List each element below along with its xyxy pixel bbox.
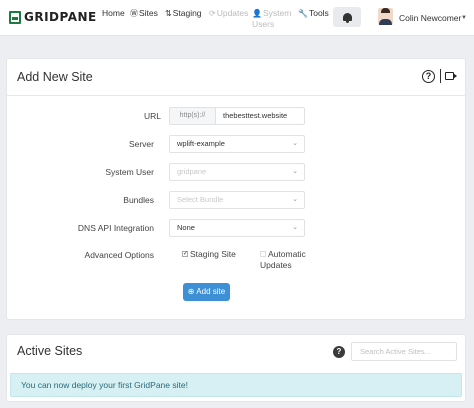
bundles-placeholder: Select Bundle	[177, 195, 224, 204]
active-sites-title: Active Sites	[17, 344, 83, 358]
divider	[440, 69, 441, 83]
system-user-label: System User	[105, 167, 154, 177]
staging-site-checkbox[interactable]: ✓ Staging Site	[182, 249, 236, 260]
nav-tools-label: Tools	[308, 8, 329, 18]
system-user-placeholder: gridpane	[177, 167, 207, 176]
help-icon[interactable]: ?	[333, 346, 345, 358]
updates-icon: ⟳	[209, 9, 216, 18]
checkbox-icon	[260, 250, 266, 257]
help-icon[interactable]: ?	[422, 70, 435, 83]
staging-site-label: Staging Site	[190, 249, 236, 259]
nav-staging[interactable]: ⇅Staging	[165, 8, 202, 19]
gridpane-logo-icon	[9, 10, 21, 24]
chevron-down-icon[interactable]: ▼	[461, 15, 467, 21]
chevron-down-icon: ⌄	[292, 140, 298, 147]
nav-sites[interactable]: ⓌSites	[130, 8, 158, 19]
avatar[interactable]	[378, 8, 393, 25]
video-icon[interactable]	[445, 72, 454, 80]
bell-icon	[342, 13, 352, 23]
nav-updates[interactable]: ⟳Updates	[209, 8, 248, 19]
url-prefix: http(s)://	[169, 107, 216, 125]
url-input[interactable]: thebesttest.website	[215, 107, 305, 125]
search-placeholder: Search Active Sites...	[360, 347, 431, 356]
server-label: Server	[128, 139, 154, 149]
gridpane-logo[interactable]: GRIDPANE	[9, 10, 97, 24]
wordpress-icon: Ⓦ	[130, 9, 138, 18]
active-sites-card: Active Sites ? Search Active Sites... Yo…	[6, 334, 466, 402]
info-alert: You can now deploy your first GridPane s…	[10, 373, 462, 397]
card-divider	[7, 95, 465, 96]
nav-home-label: Home	[102, 8, 125, 18]
system-user-select[interactable]: gridpane ⌄	[169, 163, 305, 181]
chevron-down-icon: ⌄	[292, 168, 298, 175]
search-input[interactable]: Search Active Sites...	[351, 342, 457, 361]
bundles-label: Bundles	[123, 195, 154, 205]
add-new-site-card: Add New Site ? URL http(s):// thebesttes…	[6, 58, 466, 320]
username[interactable]: Colin Newcomer	[399, 13, 461, 23]
card-title: Add New Site	[17, 70, 93, 84]
nav-tools[interactable]: 🔧Tools	[298, 8, 329, 19]
url-label: URL	[143, 111, 161, 121]
automatic-updates-checkbox[interactable]: Automatic Updates	[260, 249, 316, 271]
nav-staging-label: Staging	[172, 8, 202, 18]
staging-icon: ⇅	[165, 9, 172, 18]
add-site-button-label: Add site	[196, 287, 226, 296]
server-select[interactable]: wplift-example ⌄	[169, 135, 305, 153]
nav-updates-label: Updates	[216, 8, 249, 18]
chevron-down-icon: ⌄	[292, 224, 298, 231]
brand-name: GRIDPANE	[24, 10, 97, 24]
user-icon: 👤	[252, 9, 262, 18]
notifications-button[interactable]	[333, 7, 361, 27]
server-select-value: wplift-example	[177, 139, 225, 148]
chevron-down-icon: ⌄	[292, 196, 298, 203]
dns-api-label: DNS API Integration	[77, 223, 154, 233]
nav-sites-label: Sites	[139, 8, 158, 18]
advanced-options-label: Advanced Options	[84, 250, 154, 260]
add-site-button[interactable]: ⊕ Add site	[183, 283, 230, 301]
checkbox-icon: ✓	[182, 250, 189, 257]
top-navbar: GRIDPANE Home ⓌSites ⇅Staging ⟳Updates 👤…	[0, 0, 474, 36]
automatic-updates-label: Automatic Updates	[260, 249, 306, 270]
bundles-select[interactable]: Select Bundle ⌄	[169, 191, 305, 209]
dns-api-select[interactable]: None ⌄	[169, 219, 305, 237]
nav-system-users[interactable]: 👤System Users	[252, 8, 292, 29]
nav-home[interactable]: Home	[102, 8, 125, 18]
plus-circle-icon: ⊕	[187, 287, 195, 296]
dns-api-value: None	[177, 223, 195, 232]
wrench-icon: 🔧	[298, 9, 308, 18]
